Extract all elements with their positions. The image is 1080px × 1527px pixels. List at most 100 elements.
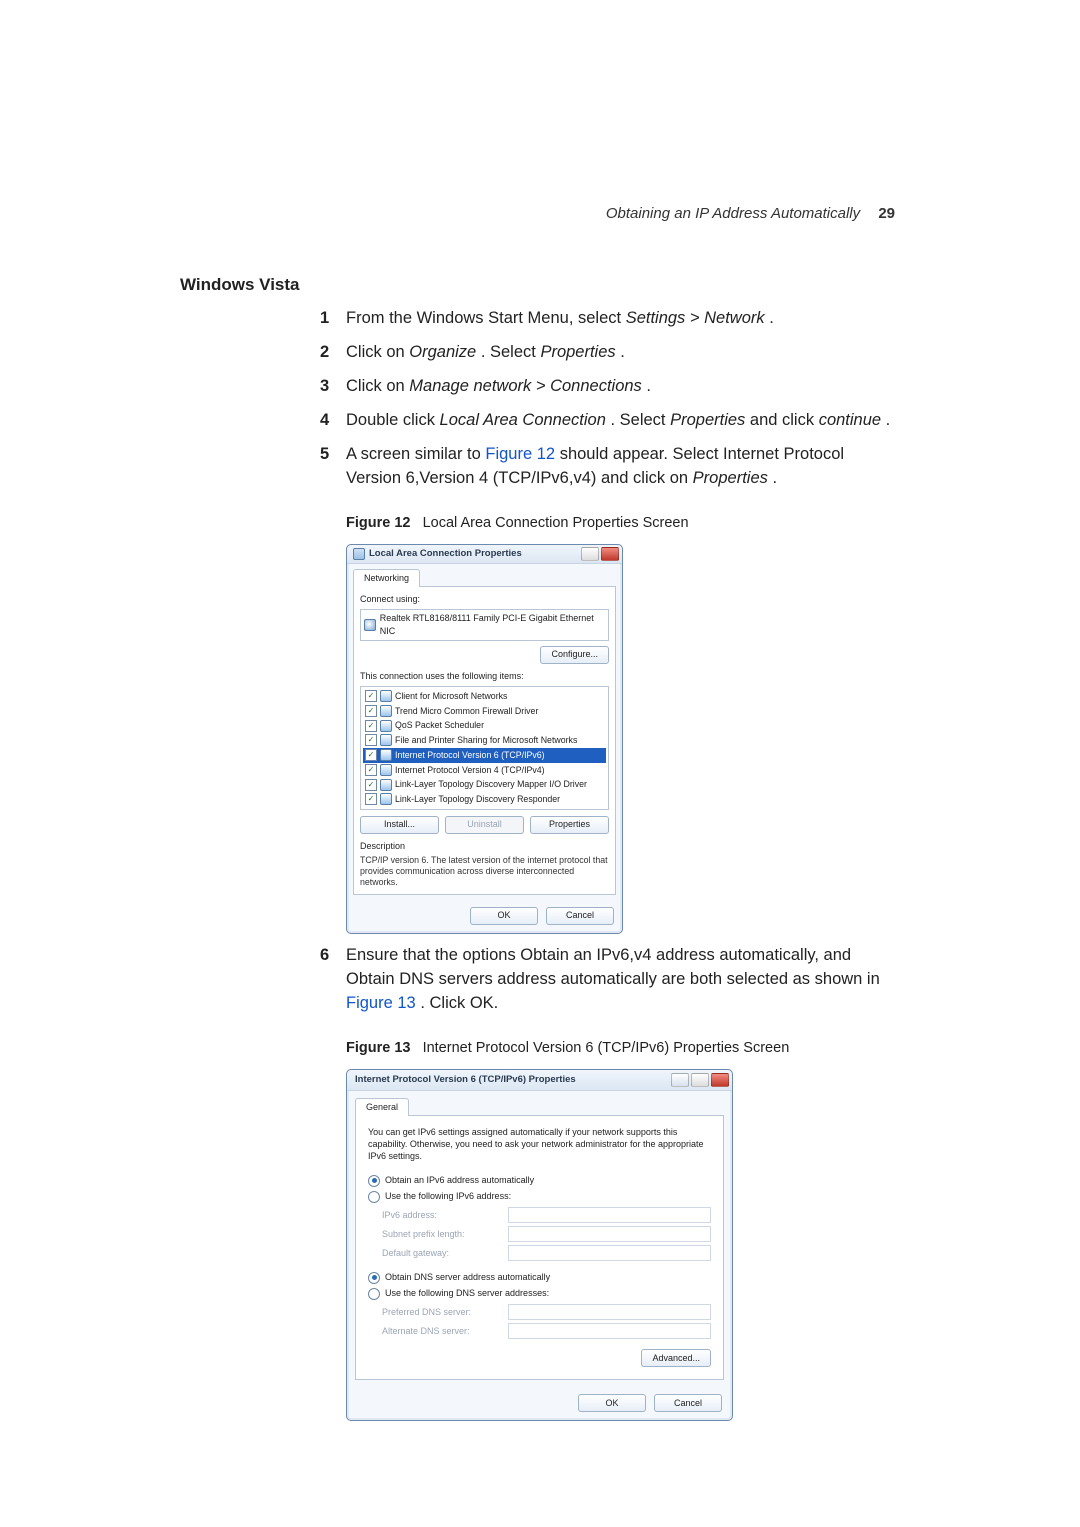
item-label: Internet Protocol Version 4 (TCP/IPv4) [395, 764, 545, 777]
alternate-dns-label: Alternate DNS server: [382, 1325, 502, 1338]
properties-button[interactable]: Properties [530, 816, 609, 834]
help-button[interactable] [581, 547, 599, 561]
nic-name: Realtek RTL8168/8111 Family PCI-E Gigabi… [380, 612, 605, 638]
checkbox-icon[interactable]: ✓ [365, 690, 377, 702]
list-item[interactable]: ✓ QoS Packet Scheduler [363, 718, 606, 733]
checkbox-icon[interactable]: ✓ [365, 764, 377, 776]
prefix-length-input [508, 1226, 711, 1242]
list-item[interactable]: ✓ Link-Layer Topology Discovery Mapper I/… [363, 777, 606, 792]
titlebar: Internet Protocol Version 6 (TCP/IPv6) P… [347, 1070, 732, 1091]
ui-label: Properties [670, 411, 745, 429]
tab-general[interactable]: General [355, 1098, 409, 1116]
radio-icon[interactable] [368, 1191, 380, 1203]
window-icon [353, 548, 365, 560]
caption-text: Local Area Connection Properties Screen [423, 515, 689, 531]
dialog-buttons: OK Cancel [347, 1388, 732, 1420]
page-number: 29 [878, 205, 895, 222]
window-body: General You can get IPv6 settings assign… [347, 1091, 732, 1389]
items-label: This connection uses the following items… [360, 670, 609, 683]
radio-use-dns[interactable]: Use the following DNS server addresses: [368, 1287, 711, 1300]
help-button[interactable] [671, 1073, 689, 1087]
gateway-input [508, 1245, 711, 1261]
description-text: TCP/IP version 6. The latest version of … [360, 855, 609, 888]
address-fields: IPv6 address: Subnet prefix length: Defa… [382, 1207, 711, 1261]
uninstall-button[interactable]: Uninstall [445, 816, 524, 834]
ui-label: Organize [409, 343, 476, 361]
text: . [886, 411, 891, 429]
description-label: Description [360, 840, 609, 853]
radio-icon[interactable] [368, 1272, 380, 1284]
item-label: QoS Packet Scheduler [395, 719, 484, 732]
step-6: Ensure that the options Obtain an IPv6,v… [320, 944, 900, 1422]
ui-label: continue [819, 411, 881, 429]
radio-use-address[interactable]: Use the following IPv6 address: [368, 1190, 711, 1203]
menu-path: Manage network > Connections [409, 377, 642, 395]
step-list: From the Windows Start Menu, select Sett… [320, 307, 900, 1421]
titlebar: Local Area Connection Properties [347, 545, 622, 564]
checkbox-icon[interactable]: ✓ [365, 705, 377, 717]
figure-link[interactable]: Figure 13 [346, 994, 416, 1012]
list-item[interactable]: ✓ Internet Protocol Version 4 (TCP/IPv4) [363, 763, 606, 778]
text: . Click OK. [420, 994, 498, 1012]
item-label: Internet Protocol Version 6 (TCP/IPv6) [395, 749, 545, 762]
minimize-button[interactable] [691, 1073, 709, 1087]
figure-link[interactable]: Figure 12 [485, 445, 555, 463]
text: . [769, 309, 774, 327]
nic-field: Realtek RTL8168/8111 Family PCI-E Gigabi… [360, 609, 609, 641]
protocol-icon [380, 690, 392, 702]
protocol-icon [380, 779, 392, 791]
text: Ensure that the options Obtain an IPv6,v… [346, 946, 880, 988]
item-label: Link-Layer Topology Discovery Mapper I/O… [395, 778, 587, 791]
ok-button[interactable]: OK [470, 907, 538, 925]
window-title: Internet Protocol Version 6 (TCP/IPv6) P… [355, 1073, 671, 1087]
figure-13-caption: Figure 13 Internet Protocol Version 6 (T… [346, 1038, 900, 1059]
tab-networking[interactable]: Networking [353, 569, 420, 587]
radio-auto-dns[interactable]: Obtain DNS server address automatically [368, 1271, 711, 1284]
checkbox-icon[interactable]: ✓ [365, 793, 377, 805]
close-button[interactable] [601, 547, 619, 561]
ipv6-address-input [508, 1207, 711, 1223]
list-item[interactable]: ✓Link-Layer Topology Discovery Responder [363, 792, 606, 807]
install-button[interactable]: Install... [360, 816, 439, 834]
tab-panel: You can get IPv6 settings assigned autom… [355, 1115, 724, 1381]
radio-label: Obtain an IPv6 address automatically [385, 1174, 534, 1187]
checkbox-icon[interactable]: ✓ [365, 749, 377, 761]
checkbox-icon[interactable]: ✓ [365, 779, 377, 791]
list-item[interactable]: ✓File and Printer Sharing for Microsoft … [363, 733, 606, 748]
step-2: Click on Organize . Select Properties . [320, 341, 900, 365]
close-button[interactable] [711, 1073, 729, 1087]
text: Click on [346, 343, 409, 361]
list-item[interactable]: ✓ Trend Micro Common Firewall Driver [363, 704, 606, 719]
running-header: Obtaining an IP Address Automatically 29 [606, 205, 895, 222]
ok-button[interactable]: OK [578, 1394, 646, 1412]
radio-icon[interactable] [368, 1288, 380, 1300]
list-item[interactable]: ✓Client for Microsoft Networks [363, 689, 606, 704]
ipv6-address-label: IPv6 address: [382, 1209, 502, 1222]
list-item-selected[interactable]: ✓ Internet Protocol Version 6 (TCP/IPv6) [363, 748, 606, 763]
checkbox-icon[interactable]: ✓ [365, 734, 377, 746]
caption-label: Figure 13 [346, 1040, 410, 1056]
nic-icon [364, 619, 376, 631]
window-buttons [671, 1073, 729, 1087]
items-listbox[interactable]: ✓Client for Microsoft Networks ✓ Trend Mi… [360, 686, 609, 810]
radio-auto-address[interactable]: Obtain an IPv6 address automatically [368, 1174, 711, 1187]
menu-path: Settings > Network [626, 309, 765, 327]
radio-label: Use the following IPv6 address: [385, 1190, 511, 1203]
dialog-buttons: OK Cancel [347, 901, 622, 933]
ui-label: Properties [540, 343, 615, 361]
caption-label: Figure 12 [346, 515, 410, 531]
configure-button[interactable]: Configure... [540, 646, 609, 664]
prefix-length-label: Subnet prefix length: [382, 1228, 502, 1241]
cancel-button[interactable]: Cancel [546, 907, 614, 925]
text: . [646, 377, 651, 395]
item-label: Trend Micro Common Firewall Driver [395, 705, 538, 718]
checkbox-icon[interactable]: ✓ [365, 720, 377, 732]
text: Click on [346, 377, 409, 395]
connect-using-label: Connect using: [360, 593, 609, 606]
radio-icon[interactable] [368, 1175, 380, 1187]
cancel-button[interactable]: Cancel [654, 1394, 722, 1412]
step-1: From the Windows Start Menu, select Sett… [320, 307, 900, 331]
advanced-button[interactable]: Advanced... [641, 1349, 711, 1367]
step-5: A screen similar to Figure 12 should app… [320, 443, 900, 934]
info-text: You can get IPv6 settings assigned autom… [368, 1126, 711, 1162]
